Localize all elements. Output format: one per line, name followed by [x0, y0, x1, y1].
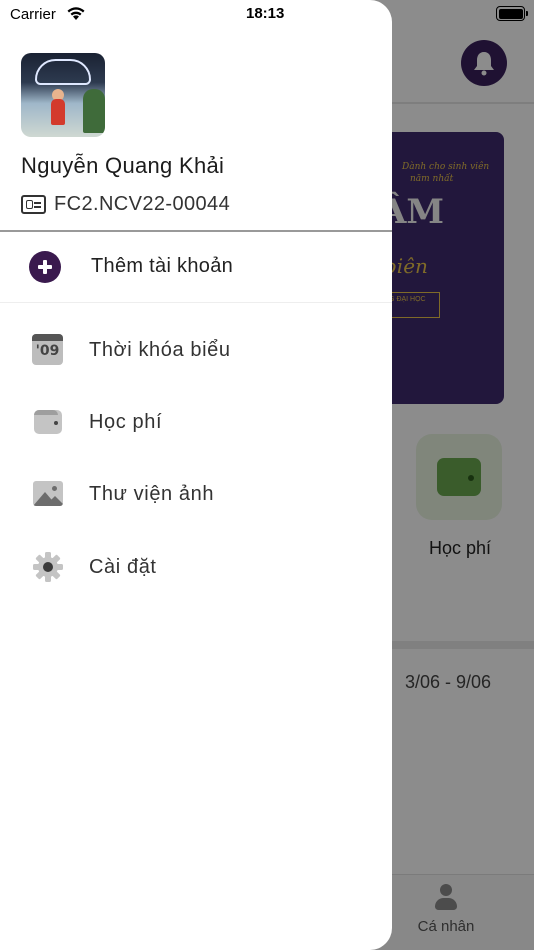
menu-item-label: Cài đặt: [89, 555, 157, 578]
menu-item-label: Thời khóa biểu: [89, 338, 231, 361]
clock: 18:13: [246, 5, 285, 22]
menu-item-label: Thư viện ảnh: [89, 482, 215, 505]
add-account-button[interactable]: Thêm tài khoản: [0, 231, 392, 303]
navigation-drawer: Nguyễn Quang Khải FC2.NCV22-00044 Thêm t…: [0, 0, 392, 950]
calendar-icon: '09: [32, 334, 64, 366]
menu-item-tuition[interactable]: Học phí: [0, 386, 392, 458]
plus-icon: [29, 250, 61, 283]
status-bar: Carrier 18:13: [0, 0, 534, 28]
student-id: FC2.NCV22-00044: [54, 193, 231, 215]
id-card-icon: [21, 195, 46, 214]
photo-library-icon: [32, 478, 64, 510]
user-name: Nguyễn Quang Khải: [21, 153, 225, 178]
add-account-label: Thêm tài khoản: [91, 255, 234, 277]
gear-icon: [32, 551, 64, 583]
student-id-row: FC2.NCV22-00044: [21, 193, 230, 216]
menu-item-settings[interactable]: Cài đặt: [0, 531, 392, 603]
menu-item-photo-library[interactable]: Thư viện ảnh: [0, 458, 392, 530]
wallet-icon: [32, 406, 64, 438]
battery-icon: [496, 6, 528, 21]
menu-item-timetable[interactable]: '09 Thời khóa biểu: [0, 314, 392, 386]
menu-item-label: Học phí: [89, 410, 163, 433]
carrier-label: Carrier: [10, 6, 56, 23]
avatar[interactable]: [21, 53, 105, 137]
wifi-icon: [67, 7, 85, 20]
